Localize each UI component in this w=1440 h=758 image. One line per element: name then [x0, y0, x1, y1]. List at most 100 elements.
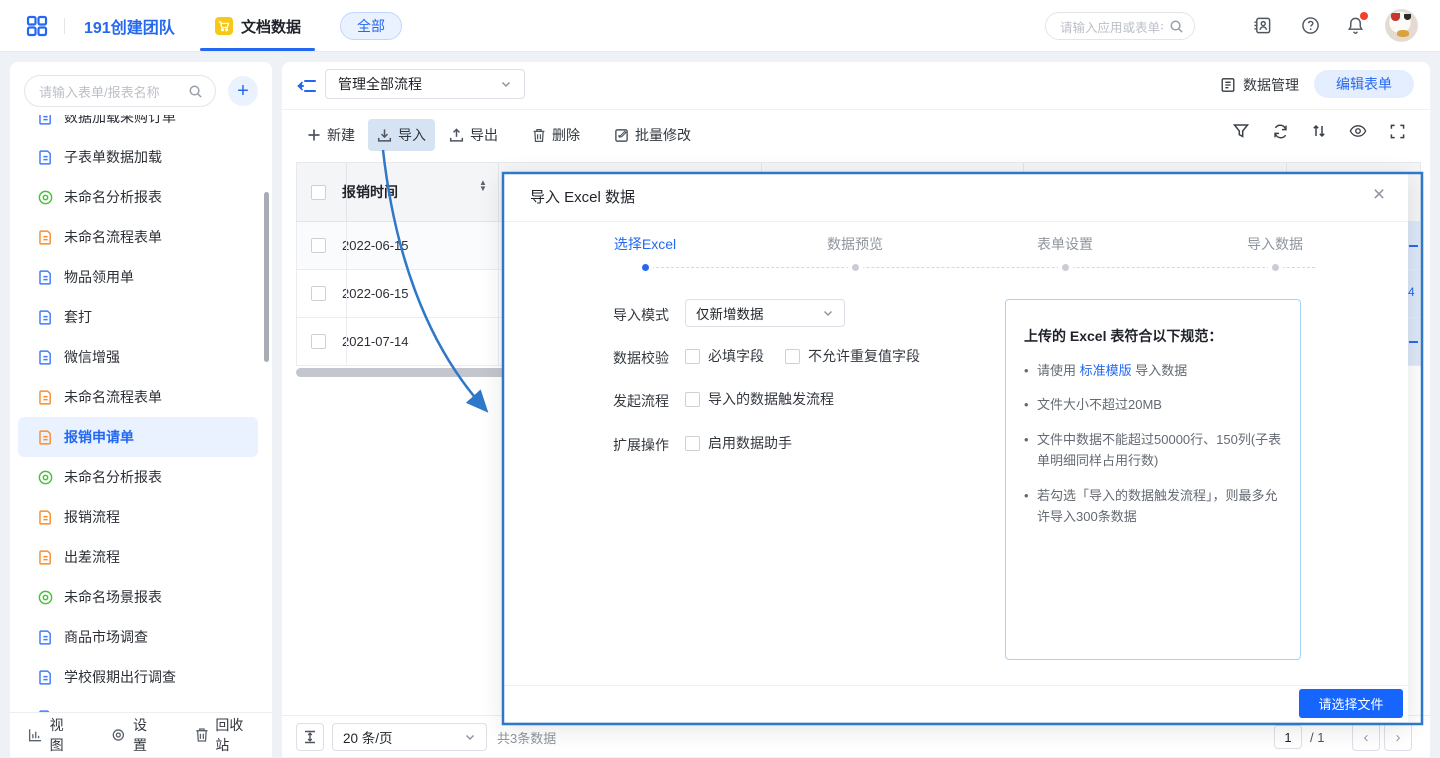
column-divider [498, 222, 499, 269]
flow-scope-select[interactable]: 管理全部流程 [325, 69, 525, 99]
table-tools [1232, 122, 1406, 140]
sidebar-form-item[interactable]: 未命名流程表单 [18, 377, 258, 417]
recycle-bin-button[interactable]: 回收站 [195, 715, 254, 755]
column-divider [346, 270, 347, 317]
row-checkbox[interactable] [311, 334, 326, 349]
sidebar-form-item[interactable]: 数据加载采购订单 [18, 115, 258, 137]
new-record-button[interactable]: 新建 [298, 119, 364, 151]
form-type-icon [36, 188, 54, 206]
sidebar-form-item[interactable]: 报销申请单 [18, 417, 258, 457]
no-duplicate-checkbox[interactable]: 不允许重复值字段 [785, 346, 920, 366]
sidebar-form-item[interactable]: 未命名分析报表 [18, 177, 258, 217]
column-visibility-icon[interactable] [1349, 122, 1367, 140]
form-type-icon [36, 468, 54, 486]
sidebar-form-item[interactable]: 未命名流程表单 [18, 217, 258, 257]
settings-button[interactable]: 设置 [111, 715, 158, 755]
column-divider [498, 318, 499, 365]
views-button[interactable]: 视图 [28, 715, 75, 755]
add-form-button[interactable]: + [228, 76, 258, 106]
contacts-icon[interactable] [1251, 14, 1273, 36]
sidebar-form-item[interactable]: 出差流程 [18, 537, 258, 577]
sidebar-form-item[interactable]: 未命名分析报表 [18, 457, 258, 497]
sidebar-scrollbar[interactable] [264, 192, 269, 362]
no-duplicate-label: 不允许重复值字段 [808, 346, 920, 366]
row-checkbox[interactable] [311, 286, 326, 301]
page-number-input[interactable]: 1 [1274, 725, 1302, 749]
apps-grid-icon[interactable] [26, 15, 48, 37]
modal-divider [504, 221, 1408, 222]
filter-all-pill[interactable]: 全部 [340, 12, 402, 40]
delete-button[interactable]: 删除 [523, 119, 589, 151]
step-label: 数据预览 [827, 236, 883, 252]
sidebar-form-item[interactable]: 子表单数据加载 [18, 137, 258, 177]
row-checkbox[interactable] [311, 238, 326, 253]
form-type-icon [36, 388, 54, 406]
page-size-select[interactable]: 20 条/页 [332, 723, 487, 751]
notification-badge [1360, 12, 1368, 20]
refresh-icon[interactable] [1271, 122, 1289, 140]
sidebar-form-item[interactable]: 套打 [18, 297, 258, 337]
close-icon[interactable]: × [1364, 180, 1394, 210]
tab-current-app[interactable]: 文档数据 [200, 0, 316, 52]
sidebar-form-item[interactable]: 物品领用单 [18, 257, 258, 297]
form-type-icon [36, 268, 54, 286]
batch-edit-icon [614, 128, 629, 143]
table-right-sliver: 4 [1408, 162, 1421, 366]
select-all-checkbox[interactable] [311, 185, 326, 200]
import-mode-select[interactable]: 仅新增数据 [685, 299, 845, 327]
batch-edit-button[interactable]: 批量修改 [605, 119, 700, 151]
search-icon [1169, 19, 1184, 34]
column-header-date[interactable]: 报销时间 [342, 163, 398, 221]
global-search-placeholder: 请输入应用或表单名称 [1060, 17, 1163, 36]
team-name[interactable]: 191创建团队 [84, 0, 175, 52]
sidebar-form-item[interactable]: 微信增强 [18, 337, 258, 377]
sidebar-form-item[interactable]: 报销流程 [18, 497, 258, 537]
edit-form-button[interactable]: 编辑表单 [1314, 70, 1414, 98]
app-cart-icon [215, 17, 233, 35]
trigger-flow-checkbox[interactable]: 导入的数据触发流程 [685, 389, 834, 409]
import-button[interactable]: 导入 [368, 119, 435, 151]
form-type-icon [36, 115, 54, 126]
next-page-button[interactable]: › [1384, 723, 1412, 751]
sliver-cell [1408, 222, 1421, 270]
sidebar-form-item[interactable]: 学校假期出行调查 [18, 657, 258, 697]
sort-icon[interactable] [1310, 122, 1328, 140]
bar-chart-icon [28, 727, 43, 743]
form-item-label: 未命名流程表单 [64, 227, 162, 247]
export-button[interactable]: 导出 [440, 119, 507, 151]
sidebar-form-item[interactable] [18, 697, 258, 712]
sidebar-form-item[interactable]: 未命名场景报表 [18, 577, 258, 617]
form-search-input[interactable]: 请输入表单/报表名称 [24, 75, 216, 107]
checkbox-box[interactable] [685, 349, 700, 364]
active-tab-underline [200, 48, 315, 51]
checkbox-box[interactable] [785, 349, 800, 364]
form-type-icon [36, 588, 54, 606]
link-fragment: 4 [1408, 285, 1415, 299]
collapse-sidebar-icon[interactable] [297, 77, 317, 95]
column-sort-icon[interactable]: ▲▼ [479, 180, 487, 192]
data-assistant-checkbox[interactable]: 启用数据助手 [685, 433, 792, 453]
avatar[interactable] [1385, 9, 1418, 42]
choose-file-button[interactable]: 请选择文件 [1299, 689, 1403, 718]
form-item-label: 出差流程 [64, 547, 120, 567]
sidebar-form-item[interactable]: 商品市场调查 [18, 617, 258, 657]
data-manage-button[interactable]: 数据管理 [1220, 62, 1299, 108]
global-search-input[interactable]: 请输入应用或表单名称 [1045, 12, 1195, 40]
notification-bell-icon[interactable] [1344, 14, 1366, 36]
column-divider [346, 163, 347, 221]
required-fields-checkbox[interactable]: 必填字段 [685, 346, 764, 366]
filter-icon[interactable] [1232, 122, 1250, 140]
sliver-header [1408, 162, 1421, 222]
standard-template-link[interactable]: 标准模版 [1080, 363, 1132, 378]
prev-page-button[interactable]: ‹ [1352, 723, 1380, 751]
form-type-icon [36, 628, 54, 646]
row-height-button[interactable] [296, 723, 324, 751]
form-search-placeholder: 请输入表单/报表名称 [39, 82, 182, 101]
checkbox-box[interactable] [685, 436, 700, 451]
settings-label: 设置 [133, 715, 159, 755]
help-icon[interactable] [1299, 14, 1321, 36]
checkbox-box[interactable] [685, 392, 700, 407]
form-type-icon [36, 508, 54, 526]
notice-bullet-3: 文件中数据不能超过50000行、150列(子表单明细同样占用行数) [1024, 429, 1282, 472]
fullscreen-icon[interactable] [1388, 122, 1406, 140]
